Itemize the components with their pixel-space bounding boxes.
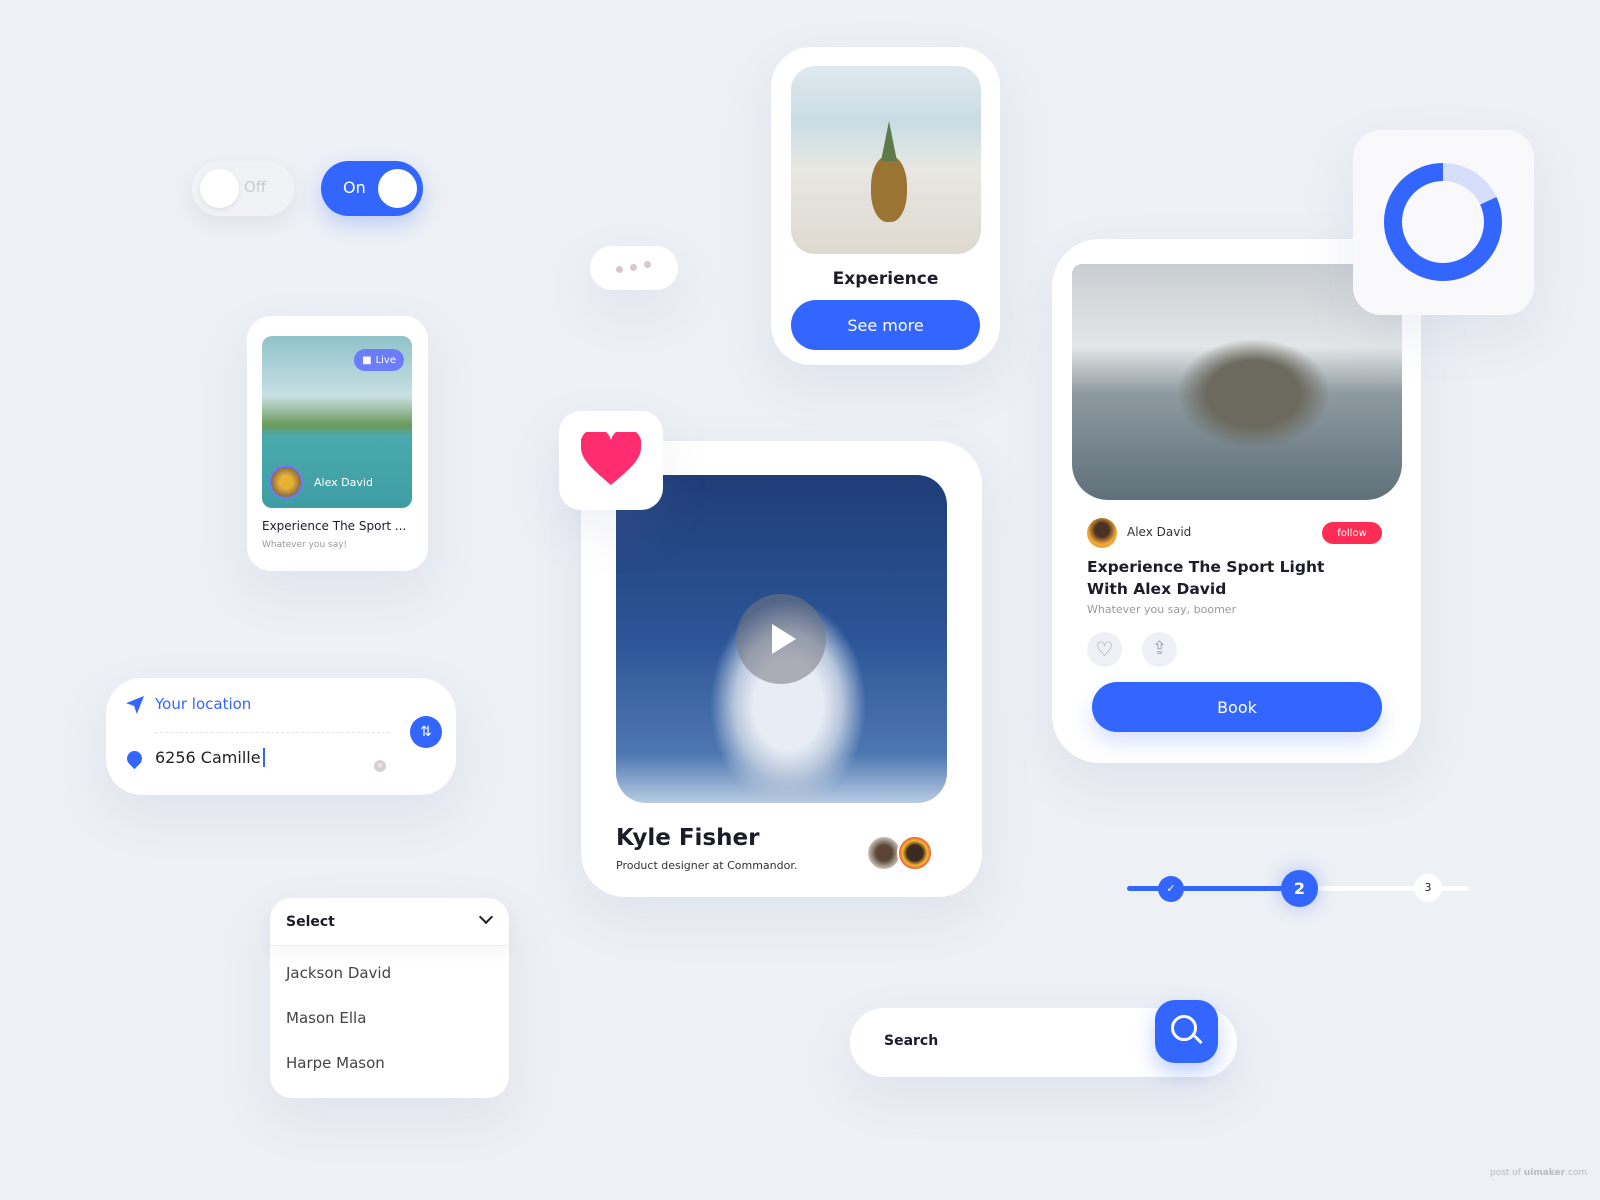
chevron-down-icon (478, 909, 494, 925)
dot-icon (616, 266, 623, 273)
author-name: Alex David (314, 476, 373, 489)
feature-title: Experience The Sport Light With Alex Dav… (1087, 558, 1325, 598)
toggle-knob (200, 169, 239, 208)
stepper-progress (1127, 886, 1299, 891)
experience-title: Experience (832, 269, 939, 289)
search-input[interactable]: Search (884, 1033, 938, 1049)
feature-card: Alex David follow Experience The Sport L… (1052, 239, 1421, 763)
share-icon: ⇪ (1151, 638, 1168, 659)
video-camera-icon: ■ (362, 354, 372, 366)
toggle-knob (378, 169, 417, 208)
live-badge: ■ Live (354, 349, 404, 371)
step-3[interactable]: 3 (1414, 874, 1442, 902)
experience-card: Experience See more (771, 47, 1000, 365)
step-2[interactable]: 2 (1281, 870, 1318, 907)
destination-input[interactable]: 6256 Camille (155, 748, 265, 767)
toggle-on[interactable]: On (321, 161, 423, 216)
swap-button[interactable]: ⇅ (410, 716, 442, 748)
toggle-off[interactable]: Off (192, 161, 294, 216)
progress-donut (1384, 163, 1502, 281)
live-card[interactable]: ■ Live Alex David Experience The Sport ..… (247, 316, 428, 571)
dot-icon (644, 261, 651, 268)
book-button[interactable]: Book (1092, 682, 1382, 732)
origin-label[interactable]: Your location (155, 695, 251, 713)
progress-donut-card (1353, 130, 1534, 315)
live-card-subtitle: Whatever you say! (262, 540, 348, 550)
play-icon (772, 624, 796, 654)
see-more-button[interactable]: See more (791, 300, 980, 350)
divider (155, 732, 390, 733)
swap-icon: ⇅ (420, 724, 432, 740)
watermark: post of uimaker.com (1490, 1168, 1588, 1178)
toggle-off-label: Off (244, 178, 267, 196)
viewer-avatar (897, 835, 933, 871)
feature-subtitle: Whatever you say, boomer (1087, 603, 1237, 616)
select-option[interactable]: Harpe Mason (286, 1054, 385, 1072)
location-pin-icon (123, 747, 146, 770)
heart-outline-icon: ♡ (1095, 637, 1114, 661)
dot-icon (630, 264, 637, 271)
profile-role: Product designer at Commandor. (616, 859, 798, 872)
step-1[interactable]: ✓ (1158, 876, 1184, 902)
favorite-button[interactable] (559, 411, 663, 510)
select-header[interactable]: Select (270, 898, 509, 946)
heart-icon (581, 432, 641, 485)
author-name: Alex David (1127, 525, 1192, 539)
navigation-arrow-icon (126, 696, 144, 714)
author-avatar (269, 465, 303, 499)
live-card-title: Experience The Sport ... (262, 519, 407, 533)
clear-icon[interactable]: × (374, 760, 386, 772)
stepper-track (1299, 886, 1469, 891)
follow-button[interactable]: follow (1322, 522, 1382, 544)
like-button[interactable]: ♡ (1087, 632, 1122, 667)
toggle-on-label: On (343, 178, 366, 197)
select-option[interactable]: Jackson David (286, 964, 391, 982)
author-avatar[interactable] (1087, 518, 1117, 548)
select-dropdown: Select Jackson David Mason Ella Harpe Ma… (270, 898, 509, 1098)
play-button[interactable] (736, 594, 826, 684)
pineapple-image (791, 66, 981, 254)
select-label: Select (286, 914, 335, 930)
search-button[interactable] (1155, 1000, 1218, 1063)
video-thumbnail[interactable] (616, 475, 947, 803)
profile-name: Kyle Fisher (616, 825, 760, 851)
share-button[interactable]: ⇪ (1142, 632, 1177, 667)
stepper: ✓ 2 3 (1127, 870, 1469, 907)
location-card: Your location 6256 Camille × ⇅ (106, 678, 456, 795)
select-option[interactable]: Mason Ella (286, 1009, 366, 1027)
live-card-image: ■ Live Alex David (262, 336, 412, 508)
typing-indicator (590, 246, 678, 290)
search-icon-handle (1193, 1034, 1203, 1045)
